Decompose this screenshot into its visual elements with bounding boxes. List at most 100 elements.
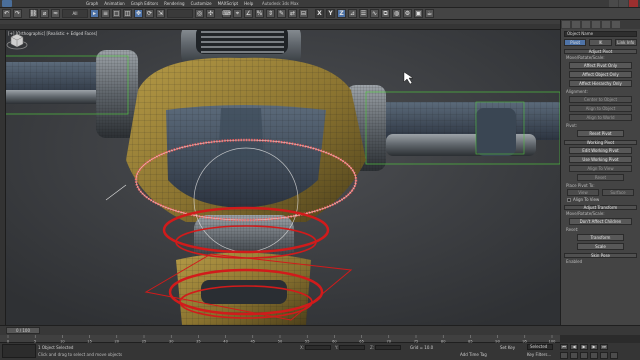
object-name-field[interactable]: Object Name — [564, 31, 637, 37]
minimize-button[interactable] — [609, 0, 618, 7]
maximize-viewport-icon[interactable] — [610, 352, 618, 359]
window-crossing-icon[interactable]: ◫ — [123, 9, 132, 18]
axis-y-button[interactable]: Y — [326, 9, 335, 18]
selection-filter-dropdown[interactable]: All — [62, 9, 88, 18]
checkbox-icon[interactable] — [567, 197, 571, 202]
reset-transform-button[interactable]: Transform — [577, 234, 624, 241]
key-filters-button[interactable]: Key Filters... — [527, 352, 551, 358]
zoom-icon[interactable] — [560, 352, 568, 359]
previous-frame-icon[interactable]: ◀ — [570, 344, 578, 350]
use-working-pivot-button[interactable]: Use Working Pivot — [569, 156, 632, 163]
link-icon[interactable]: ⛓ — [29, 9, 38, 18]
reset-scale-button[interactable]: Scale — [577, 243, 624, 250]
hierarchy-tab-icon[interactable] — [582, 21, 590, 28]
add-time-tag[interactable]: Add Time Tag — [460, 352, 487, 358]
motion-tab-icon[interactable] — [592, 21, 600, 28]
snaps-toggle-icon[interactable]: ⌖ — [233, 9, 242, 18]
tab-ik[interactable]: IK — [589, 39, 612, 46]
affect-pivot-only-button[interactable]: Affect Pivot Only — [569, 62, 632, 69]
next-frame-icon[interactable]: ▶ — [590, 344, 598, 350]
bind-spacewarp-icon[interactable]: ≈ — [51, 9, 60, 18]
zoom-all-icon[interactable] — [570, 352, 578, 359]
zoom-extents-icon[interactable] — [580, 352, 588, 359]
auto-key-dropdown[interactable]: Selected — [527, 344, 553, 350]
reset-pivot-button[interactable]: Reset Pivot — [577, 130, 624, 137]
go-to-start-icon[interactable]: ⏮ — [560, 344, 568, 350]
pan-icon[interactable] — [590, 352, 598, 359]
unlink-icon[interactable]: ⌀ — [40, 9, 49, 18]
menu-rendering[interactable]: Rendering — [164, 1, 184, 6]
render-icon[interactable]: ☕ — [425, 9, 434, 18]
display-tab-icon[interactable] — [602, 21, 610, 28]
align-icon[interactable]: ⊟ — [299, 9, 308, 18]
menu-animation[interactable]: Animation — [104, 1, 124, 6]
adjust-transform-rollout[interactable]: Adjust Transform — [564, 205, 637, 210]
align-to-view-checkbox[interactable]: Align To View — [567, 197, 634, 202]
modify-tab-icon[interactable] — [572, 21, 580, 28]
create-tab-icon[interactable] — [562, 21, 570, 28]
select-move-icon[interactable]: ✥ — [134, 9, 143, 18]
tab-link-info[interactable]: Link Info — [614, 39, 637, 46]
maximize-button[interactable] — [619, 0, 628, 7]
app-logo-icon[interactable] — [2, 0, 12, 7]
layer-manager-icon[interactable]: ☰ — [359, 9, 368, 18]
angle-snap-icon[interactable]: ∠ — [244, 9, 253, 18]
select-object-icon[interactable]: ▸ — [90, 9, 99, 18]
skin-pose-rollout[interactable]: Skin Pose — [564, 253, 637, 258]
time-slider[interactable]: 0 / 100 — [6, 327, 40, 334]
tab-pivot[interactable]: Pivot — [564, 39, 587, 46]
edit-working-pivot-button[interactable]: Edit Working Pivot — [569, 147, 632, 154]
coord-y-field[interactable] — [339, 344, 366, 350]
maxscript-listener[interactable] — [2, 344, 36, 358]
viewport-scene[interactable] — [6, 30, 560, 325]
go-to-end-icon[interactable]: ⏭ — [600, 344, 608, 350]
manipulate-icon[interactable]: ✣ — [206, 9, 215, 18]
pivot-center-icon[interactable]: ◎ — [195, 9, 204, 18]
redo-icon[interactable]: ↷ — [13, 9, 22, 18]
spinner-snap-icon[interactable]: ⇕ — [266, 9, 275, 18]
axis-z-button[interactable]: Z — [337, 9, 346, 18]
keyboard-shortcut-icon[interactable]: ⌨ — [222, 9, 231, 18]
schematic-view-icon[interactable]: ⧉ — [381, 9, 390, 18]
adjust-pivot-rollout[interactable]: Adjust Pivot — [564, 49, 637, 54]
place-surface-button[interactable]: Surface — [602, 189, 634, 196]
named-selection-icon[interactable]: ✎ — [277, 9, 286, 18]
select-rotate-icon[interactable]: ⟳ — [145, 9, 154, 18]
menu-help[interactable]: Help — [244, 1, 253, 6]
viewcube-icon[interactable] — [6, 30, 28, 52]
orbit-icon[interactable] — [600, 352, 608, 359]
track-bar[interactable]: 0 5 10 15 20 25 30 35 40 45 50 55 60 65 70 75 80 85 90 95 10… — [0, 335, 560, 343]
working-pivot-reset-button[interactable]: Reset — [577, 174, 624, 181]
select-scale-icon[interactable]: ⇲ — [156, 9, 165, 18]
axis-x-button[interactable]: X — [315, 9, 324, 18]
menu-customize[interactable]: Customize — [191, 1, 212, 6]
menu-graph-editors[interactable]: Graph Editors — [131, 1, 158, 6]
coord-z-field[interactable] — [375, 344, 402, 350]
render-frame-icon[interactable]: ▣ — [414, 9, 423, 18]
set-key-label[interactable]: Set Key — [500, 345, 515, 351]
align-to-world-button[interactable]: Align to World — [569, 114, 632, 121]
menu-maxscript[interactable]: MAXScript — [218, 1, 239, 6]
working-pivot-align-view-button[interactable]: Align To View — [569, 165, 632, 172]
viewport-orthographic[interactable]: [+] [Orthographic] [Realistic + Edged Fa… — [6, 30, 560, 325]
menu-graph[interactable]: Graph — [86, 1, 98, 6]
utilities-tab-icon[interactable] — [612, 21, 620, 28]
mirror-icon[interactable]: ⇄ — [288, 9, 297, 18]
affect-hierarchy-only-button[interactable]: Affect Hierarchy Only — [569, 80, 632, 87]
coord-x-field[interactable] — [305, 344, 332, 350]
align-to-object-button[interactable]: Align to Object — [569, 105, 632, 112]
affect-object-only-button[interactable]: Affect Object Only — [569, 71, 632, 78]
selection-region-icon[interactable]: □ — [112, 9, 121, 18]
render-setup-icon[interactable]: ⚙ — [403, 9, 412, 18]
play-icon[interactable]: ▶ — [580, 344, 588, 350]
select-by-name-icon[interactable]: ≡ — [101, 9, 110, 18]
working-pivot-rollout[interactable]: Working Pivot — [564, 140, 637, 145]
curve-editor-icon[interactable]: ∿ — [370, 9, 379, 18]
close-button[interactable] — [629, 0, 638, 7]
place-view-button[interactable]: View — [567, 189, 599, 196]
dont-affect-children-button[interactable]: Don't Affect Children — [569, 218, 632, 225]
plane-xy-icon[interactable]: ⊿ — [348, 9, 357, 18]
center-to-object-button[interactable]: Center to Object — [569, 96, 632, 103]
undo-icon[interactable]: ↶ — [2, 9, 11, 18]
percent-snap-icon[interactable]: % — [255, 9, 264, 18]
